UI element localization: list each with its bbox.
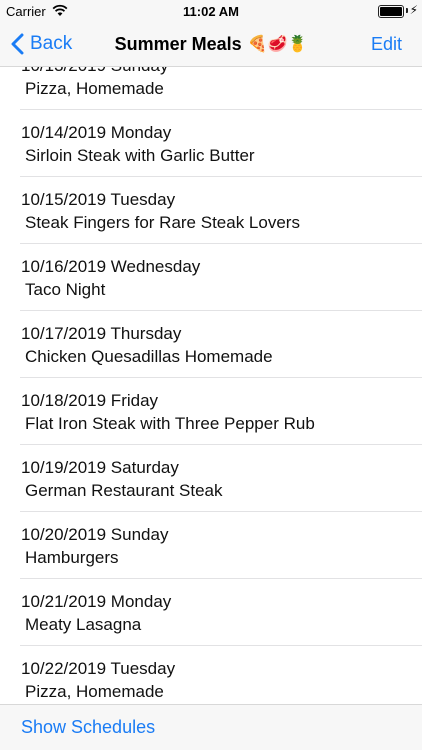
list-item[interactable]: 10/21/2019 Monday Meaty Lasagna — [20, 579, 422, 646]
meal-date: 10/15/2019 Tuesday — [21, 190, 176, 209]
meal-date: 10/14/2019 Monday — [21, 123, 172, 142]
meal-name: Meaty Lasagna — [25, 615, 142, 634]
app-screen: Carrier 11:02 AM ⚡ Back Summer Meals 🍕🥩🍍… — [0, 0, 422, 750]
meal-list-content: 10/13/2019 Sunday Pizza, Homemade 10/14/20… — [0, 67, 422, 705]
bottom-toolbar: Show Schedules — [0, 704, 422, 750]
page-title: Summer Meals 🍕🥩🍍 — [0, 22, 422, 66]
meal-name: Pizza, Homemade — [25, 682, 164, 701]
show-schedules-button[interactable]: Show Schedules — [21, 717, 155, 738]
meal-name: Sirloin Steak with Garlic Butter — [25, 146, 255, 165]
list-item[interactable]: 10/20/2019 Sunday Hamburgers — [20, 512, 422, 579]
list-item[interactable]: 10/16/2019 Wednesday Taco Night — [20, 244, 422, 311]
charging-bolt-icon: ⚡ — [409, 3, 418, 17]
meal-date: 10/17/2019 Thursday — [21, 324, 182, 343]
meal-date: 10/21/2019 Monday — [21, 592, 172, 611]
meal-date: 10/16/2019 Wednesday — [21, 257, 201, 276]
meal-name: Flat Iron Steak with Three Pepper Rub — [25, 414, 315, 433]
list-item[interactable]: 10/15/2019 Tuesday Steak Fingers for Rare… — [20, 177, 422, 244]
status-time: 11:02 AM — [183, 4, 239, 19]
meal-date: 10/13/2019 Sunday — [21, 67, 168, 76]
list-item[interactable]: 10/18/2019 Friday Flat Iron Steak with Th… — [20, 378, 422, 445]
battery-level-fill — [380, 7, 402, 16]
battery-icon — [378, 5, 404, 18]
meal-name: Taco Night — [25, 280, 106, 299]
meal-name: Pizza, Homemade — [25, 79, 164, 98]
status-bar: Carrier 11:02 AM ⚡ — [0, 0, 422, 22]
list-item[interactable]: 10/14/2019 Monday Sirloin Steak with Garl… — [20, 110, 422, 177]
meal-date: 10/22/2019 Tuesday — [21, 659, 176, 678]
navigation-bar: Back Summer Meals 🍕🥩🍍 Edit — [0, 22, 422, 67]
battery-cap — [406, 8, 408, 13]
edit-button[interactable]: Edit — [371, 22, 402, 66]
meal-list[interactable]: 10/13/2019 Sunday Pizza, Homemade 10/14/20… — [0, 67, 422, 705]
meal-name: Steak Fingers for Rare Steak Lovers — [25, 213, 300, 232]
meal-name: Hamburgers — [25, 548, 119, 567]
meal-date: 10/18/2019 Friday — [21, 391, 159, 410]
meal-date: 10/19/2019 Saturday — [21, 458, 179, 477]
meal-date: 10/20/2019 Sunday — [21, 525, 169, 544]
meal-name: German Restaurant Steak — [25, 481, 223, 500]
list-item[interactable]: 10/19/2019 Saturday German Restaurant Ste… — [20, 445, 422, 512]
list-item[interactable]: 10/22/2019 Tuesday Pizza, Homemade — [20, 646, 422, 705]
page-title-text: Summer Meals — [114, 33, 242, 54]
list-item[interactable]: 10/17/2019 Thursday Chicken Quesadillas H… — [20, 311, 422, 378]
meal-name: Chicken Quesadillas Homemade — [25, 347, 273, 366]
list-item[interactable]: 10/13/2019 Sunday Pizza, Homemade — [20, 67, 422, 110]
title-emoji: 🍕🥩🍍 — [247, 36, 308, 53]
